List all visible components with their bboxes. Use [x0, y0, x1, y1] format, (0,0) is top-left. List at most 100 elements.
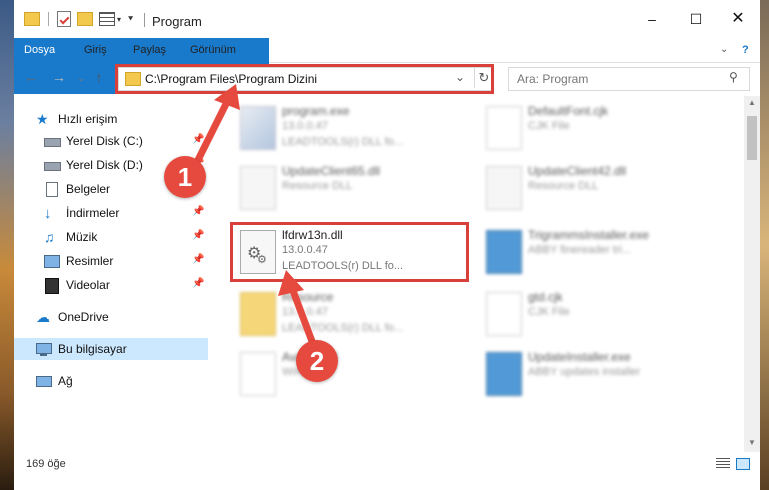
installer-icon: [486, 230, 522, 274]
file-name: AvatarDlld: [282, 350, 338, 364]
pin-icon[interactable]: 📌: [192, 206, 204, 217]
dll-gear-icon: [240, 166, 276, 210]
file-version: 13.0.0.47: [282, 306, 328, 318]
scrollbar-thumb[interactable]: [747, 116, 757, 160]
sidebar-item-this-pc[interactable]: Bu bilgisayar: [14, 338, 208, 360]
sidebar-item-label: Yerel Disk (D:): [66, 158, 143, 172]
tab-view[interactable]: Görünüm: [190, 38, 236, 62]
title-bar: ▾ ⯆ Program – ☐ ✕: [14, 0, 760, 38]
close-button[interactable]: ✕: [716, 6, 760, 32]
sidebar-item-videos[interactable]: Videolar 📌: [14, 274, 208, 296]
pin-icon[interactable]: 📌: [192, 134, 204, 145]
search-icon: ⚲: [729, 70, 738, 84]
file-version: 13.0.0.47: [282, 244, 328, 256]
pin-icon[interactable]: 📌: [192, 254, 204, 265]
list-item[interactable]: TrigrammsInstaller.exe ABBY finereader t…: [480, 224, 715, 280]
separator: [48, 12, 49, 26]
sidebar-item-local-disk-c[interactable]: Yerel Disk (C:) 📌: [14, 130, 208, 152]
file-description: LEADTOOLS(r) DLL fo...: [282, 136, 404, 148]
file-name: gtd.cjk: [528, 290, 563, 304]
sidebar-item-pictures[interactable]: Resimler 📌: [14, 250, 208, 272]
address-bar[interactable]: C:\Program Files\Program Dizini ⌄ ↻: [118, 67, 494, 91]
pin-icon[interactable]: 📌: [192, 182, 204, 193]
sidebar-item-label: Belgeler: [66, 182, 111, 196]
list-item[interactable]: Resource 13.0.0.47 LEADTOOLS(r) DLL fo..…: [234, 286, 469, 342]
music-note-icon: ♫: [44, 229, 55, 245]
list-item[interactable]: gtd.cjk CJK File: [480, 286, 715, 342]
file-name: Resource: [282, 290, 334, 304]
scroll-down-icon[interactable]: ▼: [748, 438, 756, 447]
desktop-background-left: [0, 0, 14, 490]
sidebar-item-label: OneDrive: [58, 310, 109, 324]
dropdown-arrow-icon[interactable]: ▾: [117, 15, 121, 24]
file-type: Resource DLL: [282, 180, 353, 192]
list-item[interactable]: UpdateClient65.dll Resource DLL: [234, 160, 469, 216]
file-icon: [486, 106, 522, 150]
tab-share[interactable]: Paylaş: [133, 38, 166, 62]
pin-icon[interactable]: 📌: [192, 278, 204, 289]
pictures-icon: [44, 253, 60, 269]
vertical-scrollbar[interactable]: ▲ ▼: [744, 96, 760, 452]
file-type: Win...: [282, 366, 311, 378]
sidebar-item-label: Resimler: [66, 254, 114, 268]
file-description: LEADTOOLS(r) DLL fo...: [282, 322, 404, 334]
tab-home[interactable]: Giriş: [84, 38, 107, 62]
pin-icon[interactable]: 📌: [192, 230, 204, 241]
dll-gear-icon: [486, 166, 522, 210]
navigation-bar: ← → ⌄ ↑ C:\Program Files\Program Dizini …: [14, 64, 760, 94]
explorer-window: ▾ ⯆ Program – ☐ ✕ Dosya Giriş Paylaş Gör…: [14, 0, 760, 490]
sidebar-item-music[interactable]: ♫ Müzik 📌: [14, 226, 208, 248]
sidebar-item-downloads[interactable]: ↓ İndirmeler 📌: [14, 202, 208, 224]
properties-icon[interactable]: [57, 11, 71, 27]
network-icon: [36, 373, 52, 389]
file-type: CJK File: [528, 306, 570, 318]
expand-ribbon-icon[interactable]: ⌄: [720, 38, 728, 62]
pin-icon[interactable]: 📌: [192, 158, 204, 169]
new-folder-icon[interactable]: [77, 12, 93, 26]
search-box[interactable]: Ara: Program ⚲: [508, 67, 750, 91]
ribbon: Dosya Giriş Paylaş Görünüm ⌄ ?: [14, 38, 760, 94]
details-view-icon[interactable]: [716, 458, 730, 468]
refresh-icon[interactable]: ↻: [474, 68, 493, 88]
list-item[interactable]: AvatarDlld Win...: [234, 346, 469, 402]
document-icon: [44, 181, 60, 197]
file-type: CJK File: [528, 120, 570, 132]
film-icon: [44, 277, 60, 294]
quick-access-toolbar: ▾ ⯆: [24, 10, 134, 28]
sidebar-item-documents[interactable]: Belgeler 📌: [14, 178, 208, 200]
list-item[interactable]: UpdateClient42.dll Resource DLL: [480, 160, 715, 216]
sidebar-item-label: Bu bilgisayar: [58, 342, 127, 356]
list-item-highlighted[interactable]: ⚙ ⚙ lfdrw13n.dll 13.0.0.47 LEADTOOLS(r) …: [234, 224, 469, 280]
search-input[interactable]: Ara: Program: [517, 72, 588, 86]
list-item[interactable]: program.exe 13.0.0.47 LEADTOOLS(r) DLL f…: [234, 100, 469, 156]
file-type: Resource DLL: [528, 180, 599, 192]
sidebar-item-local-disk-d[interactable]: Yerel Disk (D:) 📌: [14, 154, 208, 176]
back-arrow-icon[interactable]: ←: [22, 69, 40, 85]
large-icons-view-icon[interactable]: [736, 458, 750, 470]
address-path: C:\Program Files\Program Dizini: [145, 72, 318, 86]
list-item[interactable]: UpdateInstaller.exe ABBY updates install…: [480, 346, 715, 402]
item-count: 169 öğe: [26, 458, 66, 470]
sidebar-item-label: Hızlı erişim: [58, 112, 118, 126]
file-version: 13.0.0.47: [282, 120, 328, 132]
forward-arrow-icon[interactable]: →: [50, 69, 68, 85]
sidebar-item-network[interactable]: Ağ: [14, 370, 208, 392]
maximize-button[interactable]: ☐: [674, 6, 718, 32]
minimize-button[interactable]: –: [630, 6, 674, 32]
dll-gear-icon: ⚙ ⚙: [240, 230, 276, 274]
scroll-up-icon[interactable]: ▲: [748, 98, 756, 107]
list-item[interactable]: DefaultFont.cjk CJK File: [480, 100, 715, 156]
computer-icon: [36, 341, 52, 357]
address-dropdown-icon[interactable]: ⌄: [455, 70, 465, 84]
view-icon[interactable]: [99, 12, 115, 26]
folder-icon: [240, 292, 276, 336]
sidebar-item-quick-access[interactable]: ★ Hızlı erişim: [14, 108, 208, 130]
folder-icon: [24, 12, 40, 26]
sidebar-item-onedrive[interactable]: ☁ OneDrive: [14, 306, 208, 328]
drive-icon: [44, 133, 61, 149]
help-icon[interactable]: ?: [742, 38, 749, 62]
sidebar-item-label: Videolar: [66, 278, 110, 292]
recent-locations-icon[interactable]: ⌄: [72, 73, 90, 84]
customize-toolbar-icon[interactable]: ⯆: [127, 14, 134, 25]
up-arrow-icon[interactable]: ↑: [90, 69, 108, 85]
